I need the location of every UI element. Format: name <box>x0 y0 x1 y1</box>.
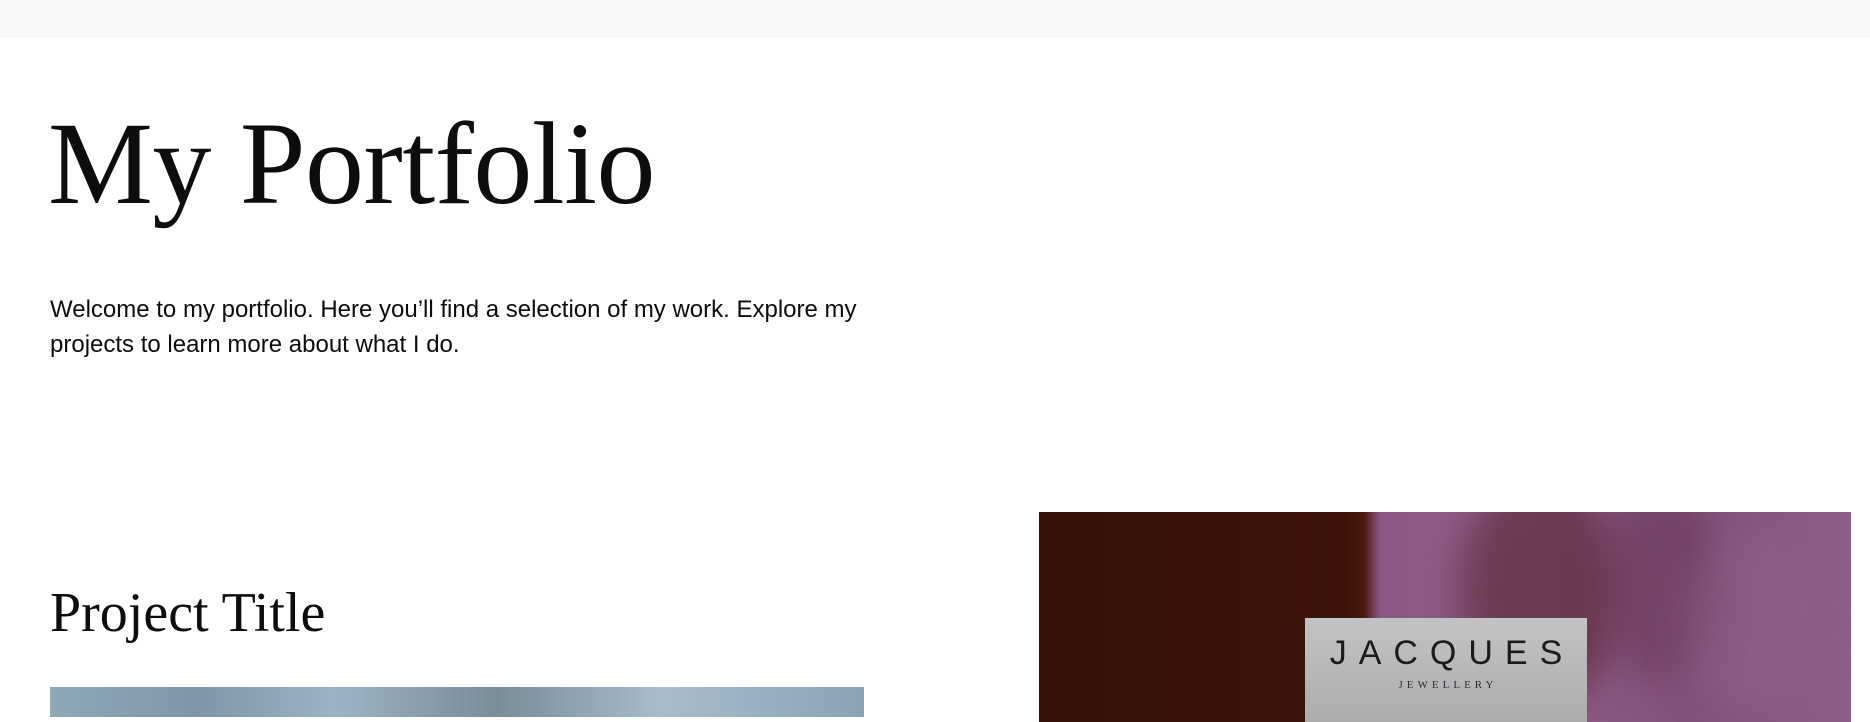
brand-name: JACQUES <box>1329 634 1575 672</box>
top-bar <box>0 0 1870 38</box>
brand-card: JACQUES JEWELLERY <box>1305 618 1587 722</box>
brand-subtitle: JEWELLERY <box>1398 679 1498 691</box>
image-shadow <box>1679 532 1819 712</box>
project-image-right[interactable]: JACQUES JEWELLERY <box>1039 512 1851 722</box>
project-image-left[interactable] <box>50 687 864 717</box>
intro-text: Welcome to my portfolio. Here you’ll fin… <box>50 296 857 358</box>
page-title: My Portfolio <box>48 98 656 229</box>
project-title[interactable]: Project Title <box>50 585 325 641</box>
